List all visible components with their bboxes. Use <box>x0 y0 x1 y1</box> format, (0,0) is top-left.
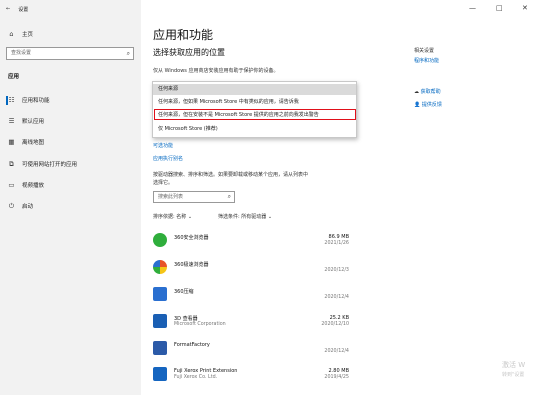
search-desc-line2: 选择它。 <box>153 180 174 186</box>
app-publisher: Microsoft Corporation <box>174 322 226 327</box>
app-list-item[interactable]: 360安全浏览器 86.9 MB 2021/1/26 <box>153 228 349 254</box>
sidebar-item-label: 应用和功能 <box>22 98 50 104</box>
sidebar-item-label: 启动 <box>22 204 34 210</box>
app-list-search-input[interactable]: 搜索此列表 ⌕ <box>153 191 235 203</box>
app-date: 2020/12/4 <box>324 295 349 300</box>
page-title: 应用和功能 <box>153 28 214 42</box>
app-list-item[interactable]: 3D 查看器 Microsoft Corporation 25.2 KB 202… <box>153 309 349 335</box>
highlight-box <box>154 109 356 120</box>
app-publisher: Fuji Xerox Co. Ltd. <box>174 375 218 380</box>
help-icon: ☁ <box>414 89 421 95</box>
sidebar-item-label: 离线地图 <box>22 140 45 146</box>
feedback-row[interactable]: 👤 提供反馈 <box>414 101 442 108</box>
offline-maps-icon: ▦ <box>8 138 15 146</box>
sidebar-item-apps-features[interactable]: ☷ 应用和功能 <box>8 96 50 104</box>
dropdown-option-any-notify[interactable]: 任何来源，但如果 Microsoft Store 中有类似的应用，请告诉我 <box>153 97 356 108</box>
chevron-down-icon: ⌄ <box>267 214 273 220</box>
apps-for-websites-icon: ⧉ <box>9 159 14 168</box>
app-list-item[interactable]: FormatFactory 2020/12/4 <box>153 336 349 362</box>
feedback-link: 提供反馈 <box>421 102 442 108</box>
startup-icon: ⏻ <box>8 201 15 210</box>
sidebar-item-label: 视频播放 <box>22 183 45 189</box>
choose-location-desc: 仅从 Windows 应用商店安装应用有助于保护你的设备。 <box>153 68 279 74</box>
activation-watermark-sub: 转到"设置 <box>502 372 525 378</box>
app-name: 360压缩 <box>174 289 194 295</box>
sidebar-section-label: 应用 <box>8 74 20 80</box>
filter-label: 筛选条件: 所有驱动器 <box>218 214 267 220</box>
sidebar-item-offline-maps[interactable]: ▦ 离线地图 <box>8 138 44 146</box>
feedback-icon: 👤 <box>414 102 422 108</box>
sidebar-item-apps-for-websites[interactable]: ⧉ 可使用网站打开的应用 <box>8 159 78 169</box>
sort-dropdown[interactable]: 排序依据: 名称 ⌄ <box>153 213 192 220</box>
default-apps-icon: ☰ <box>8 117 15 125</box>
app-aliases-link[interactable]: 应用执行别名 <box>153 155 183 162</box>
get-help-link: 获取帮助 <box>420 89 441 95</box>
back-arrow-icon[interactable]: ← <box>6 6 10 12</box>
app-name: 360极速浏览器 <box>174 262 209 268</box>
app-date: 2019/4/25 <box>324 375 349 380</box>
home-icon: ⌂ <box>9 30 14 38</box>
3d-viewer-icon <box>153 314 167 328</box>
app-name: 360安全浏览器 <box>174 235 209 241</box>
optional-features-link[interactable]: 可选功能 <box>153 142 173 149</box>
app-list-item[interactable]: 360极速浏览器 2020/12/3 <box>153 255 349 281</box>
sidebar-home-label: 主页 <box>22 32 34 38</box>
dropdown-option-store-only[interactable]: 仅 Microsoft Store (推荐) <box>153 124 356 135</box>
sidebar-item-default-apps[interactable]: ☰ 默认应用 <box>8 117 44 125</box>
app-name: FormatFactory <box>174 342 210 348</box>
app-date: 2021/1/26 <box>324 241 349 246</box>
window-title: 设置 <box>18 6 29 13</box>
sidebar-home[interactable]: ⌂ 主页 <box>8 30 33 38</box>
search-icon: ⌕ <box>126 50 130 57</box>
sidebar-item-video-playback[interactable]: ▭ 视频播放 <box>8 181 44 189</box>
close-button[interactable]: ✕ <box>522 4 528 12</box>
settings-search-placeholder: 查找设置 <box>11 50 32 56</box>
activation-watermark: 激活 W <box>502 361 526 369</box>
minimize-button[interactable]: — <box>469 4 476 12</box>
sidebar: ← 设置 ⌂ 主页 查找设置 ⌕ 应用 ☷ 应用和功能 ☰ 默认应用 ▦ 离线地… <box>0 0 141 395</box>
app-list-item[interactable]: Fuji Xerox Print Extension Fuji Xerox Co… <box>153 362 349 388</box>
sidebar-item-startup[interactable]: ⏻ 启动 <box>8 201 34 211</box>
360-chrome-icon <box>153 260 167 274</box>
chevron-down-icon: ⌄ <box>187 214 193 220</box>
app-date: 2020/12/3 <box>324 268 349 273</box>
app-name: Fuji Xerox Print Extension <box>174 368 238 374</box>
app-date: 2020/12/4 <box>324 349 349 354</box>
related-settings-heading: 相关设置 <box>414 48 435 54</box>
360-zip-icon <box>153 287 167 301</box>
app-list-item[interactable]: 360压缩 2020/12/4 <box>153 282 349 308</box>
fuji-xerox-icon <box>153 367 167 381</box>
dropdown-option-any-source[interactable]: 任何来源 <box>153 84 356 95</box>
app-name: 3D 查看器 <box>174 316 198 322</box>
app-date: 2020/12/10 <box>321 322 349 327</box>
search-desc-line1: 按驱动器搜索、排序和筛选。如果要卸载或移动某个应用，请从列表中 <box>153 172 309 178</box>
app-size: 25.2 KB <box>329 315 349 321</box>
360-browser-icon <box>153 233 167 247</box>
format-factory-icon <box>153 341 167 355</box>
sort-label: 排序依据: 名称 <box>153 214 187 220</box>
apps-list-icon: ☷ <box>8 96 15 104</box>
app-list-search-placeholder: 搜索此列表 <box>158 194 184 200</box>
filter-dropdown[interactable]: 筛选条件: 所有驱动器 ⌄ <box>218 213 272 220</box>
app-size: 2.80 MB <box>328 368 349 374</box>
search-icon: ⌕ <box>227 193 231 200</box>
install-source-dropdown[interactable]: 任何来源 任何来源，但如果 Microsoft Store 中有类似的应用，请告… <box>152 81 357 138</box>
programs-features-link[interactable]: 程序和功能 <box>414 57 439 64</box>
choose-location-heading: 选择获取应用的位置 <box>153 48 225 57</box>
settings-search-input[interactable]: 查找设置 ⌕ <box>6 47 134 60</box>
titlebar: ← 设置 <box>6 3 28 15</box>
sidebar-item-label: 可使用网站打开的应用 <box>22 162 78 168</box>
get-help-row[interactable]: ☁ 获取帮助 <box>414 88 441 95</box>
app-size: 86.9 MB <box>328 234 349 240</box>
maximize-button[interactable]: □ <box>496 4 503 12</box>
sidebar-item-label: 默认应用 <box>22 119 45 125</box>
video-playback-icon: ▭ <box>8 181 15 189</box>
